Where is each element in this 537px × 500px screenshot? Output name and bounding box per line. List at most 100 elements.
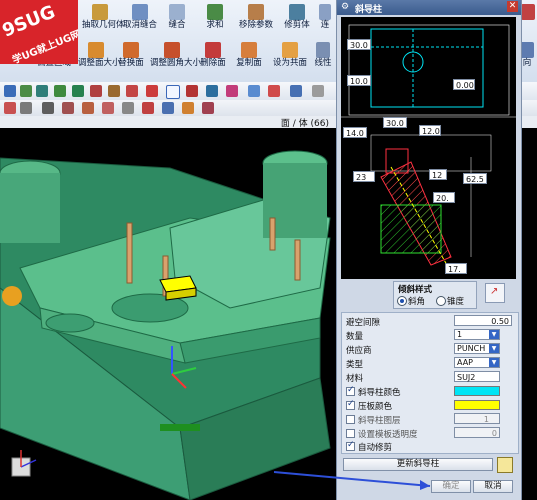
- qty-label: 数量: [346, 332, 364, 342]
- pin-layer-input[interactable]: 1: [454, 413, 500, 424]
- measure-icon[interactable]: [268, 85, 280, 97]
- replace-face-icon: [123, 42, 139, 58]
- unsew-button[interactable]: 取消缝合: [122, 4, 158, 30]
- filter-icon[interactable]: [4, 102, 16, 114]
- supplier-select[interactable]: PUNCH ▼: [454, 343, 500, 354]
- dim-field[interactable]: 0.00: [453, 79, 475, 90]
- selection-icon[interactable]: [226, 85, 238, 97]
- reset-view-button[interactable]: ↗: [485, 283, 505, 303]
- plate-color-checkbox[interactable]: [346, 399, 355, 410]
- settings-icon[interactable]: [312, 85, 324, 97]
- unite-icon: [207, 4, 223, 20]
- dim-field[interactable]: 12.0: [419, 125, 441, 136]
- folder-icon[interactable]: [497, 457, 513, 473]
- sew-icon: [169, 4, 185, 20]
- close-icon[interactable]: ✕: [507, 1, 518, 12]
- make-coplanar-button[interactable]: 设为共面: [272, 42, 308, 68]
- unite-button[interactable]: 求和: [200, 4, 230, 30]
- taper-radio[interactable]: [436, 296, 446, 306]
- ug-site-logo: 9SUG 学UG就上UG网: [0, 0, 83, 66]
- reset-icon: ↗: [490, 286, 499, 297]
- tool-icon: [520, 42, 534, 58]
- axis-icon[interactable]: [126, 85, 138, 97]
- ribbon-more-1[interactable]: 连: [318, 4, 332, 30]
- center-icon[interactable]: [102, 102, 114, 114]
- datum-icon[interactable]: [166, 85, 180, 99]
- hidden-edge-icon[interactable]: [72, 85, 84, 97]
- supplier-label: 供应商: [346, 346, 372, 356]
- material-input[interactable]: SUJ2: [454, 371, 500, 382]
- pin-layer-label: 斜导柱图层: [358, 416, 401, 426]
- auto-trim-checkbox[interactable]: [346, 440, 355, 451]
- dim-field[interactable]: 30.0: [347, 39, 371, 50]
- midpoint-icon[interactable]: [82, 102, 94, 114]
- orient-icon[interactable]: [4, 85, 16, 97]
- trim-body-button[interactable]: 修剪体: [282, 4, 312, 30]
- dim-field[interactable]: 14.0: [343, 127, 367, 138]
- endpoint-icon[interactable]: [62, 102, 74, 114]
- dim-field[interactable]: 12: [429, 169, 447, 180]
- copy-face-icon: [241, 42, 257, 58]
- unsew-icon: [132, 4, 148, 20]
- transparency-checkbox[interactable]: [346, 429, 355, 438]
- type-icon[interactable]: [20, 102, 32, 114]
- dim-field[interactable]: 20.: [433, 192, 455, 203]
- resize-face-icon: [88, 42, 104, 58]
- delete-face-button[interactable]: 删除面: [198, 42, 228, 68]
- cut-icon[interactable]: [90, 85, 102, 97]
- transparency-label: 设置模板透明度: [358, 430, 418, 440]
- pin-color-swatch[interactable]: [454, 386, 500, 396]
- analysis-icon[interactable]: [290, 85, 302, 97]
- parameter-form: 避空间隙 0.50 数量 1 ▼ 供应商 PUNCH ▼ 类型 AAP ▼ 材料 SU…: [341, 312, 519, 454]
- sew-button[interactable]: 缝合: [162, 4, 192, 30]
- transparency-input[interactable]: 0: [454, 427, 500, 438]
- dim-field[interactable]: 30.0: [383, 117, 407, 128]
- vector-icon[interactable]: [146, 85, 158, 97]
- angle-pin-dialog: ⚙ 斜导柱 ✕ 30.0 10.0 0.00 14.0 30.0 12.0 23…: [336, 0, 522, 500]
- quadrant-icon[interactable]: [122, 102, 134, 114]
- resize-face-button[interactable]: 调整面大小: [78, 42, 121, 68]
- qty-select[interactable]: 1 ▼: [454, 329, 500, 340]
- resize-blend-icon: [164, 42, 180, 58]
- type-select[interactable]: AAP ▼: [454, 357, 500, 368]
- shaded-icon[interactable]: [20, 85, 32, 97]
- pointer-arrow: [273, 471, 431, 490]
- pin-color-checkbox[interactable]: [346, 385, 355, 396]
- move-icon[interactable]: [186, 85, 198, 97]
- bevel-radio[interactable]: [397, 296, 407, 306]
- intersect-icon[interactable]: [142, 102, 154, 114]
- point-icon[interactable]: [108, 85, 120, 97]
- layer-icon[interactable]: [248, 85, 260, 97]
- ribbon-right-top[interactable]: [520, 4, 536, 21]
- replace-face-button[interactable]: 替换面: [116, 42, 146, 68]
- resize-blend-button[interactable]: 调整圆角大小: [150, 42, 201, 68]
- clearance-input[interactable]: 0.50: [454, 315, 512, 326]
- dim-field[interactable]: 23: [353, 171, 375, 182]
- cancel-button[interactable]: 取消: [473, 480, 513, 493]
- render-style-icon[interactable]: [36, 85, 48, 97]
- chevron-down-icon: ▼: [489, 330, 499, 339]
- dim-field[interactable]: 17.: [445, 263, 467, 274]
- remove-params-button[interactable]: 移除参数: [236, 4, 276, 30]
- dim-field[interactable]: 10.0: [347, 75, 371, 86]
- curve-icon[interactable]: [182, 102, 194, 114]
- gear-icon[interactable]: ⚙: [341, 2, 349, 12]
- model-viewport[interactable]: [0, 128, 340, 500]
- snap-icon[interactable]: [206, 85, 218, 97]
- wireframe-icon[interactable]: [54, 85, 66, 97]
- edge-icon[interactable]: [202, 102, 214, 114]
- snap-point-icon[interactable]: [42, 102, 54, 114]
- extract-geometry-button[interactable]: 抽取几何体: [82, 4, 125, 30]
- slope-style-group: 倾斜样式 斜角 锥度: [393, 281, 477, 309]
- copy-face-button[interactable]: 复制面: [234, 42, 264, 68]
- pin-color-label: 斜导柱颜色: [358, 388, 401, 398]
- linear-button[interactable]: 线性: [312, 42, 334, 68]
- pin-layer-checkbox[interactable]: [346, 415, 355, 424]
- plate-color-label: 压板颜色: [358, 402, 393, 412]
- face-icon[interactable]: [162, 102, 174, 114]
- material-label: 材料: [346, 374, 364, 384]
- type-label: 类型: [346, 360, 364, 370]
- delete-face-icon: [205, 42, 221, 58]
- dim-field[interactable]: 62.5: [463, 173, 487, 184]
- plate-color-swatch[interactable]: [454, 400, 500, 410]
